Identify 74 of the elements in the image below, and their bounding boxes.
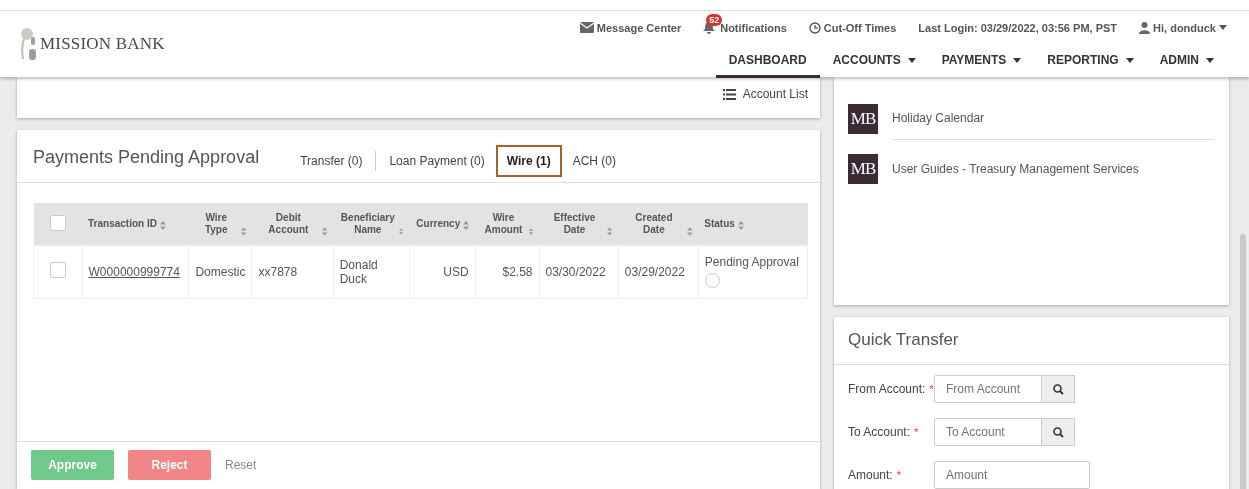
search-icon	[1052, 426, 1064, 438]
nav-tab[interactable]: ACCOUNTS	[819, 49, 929, 78]
caret-icon	[1125, 57, 1134, 63]
field-label: To Account:	[848, 425, 911, 439]
list-icon	[722, 88, 736, 100]
column-header[interactable]: Status	[704, 217, 802, 230]
input-field[interactable]: From Account	[934, 375, 1042, 403]
resource-link[interactable]: User Guides - Treasury Management Services	[892, 148, 1215, 190]
payment-tab[interactable]: Wire (1)	[495, 145, 562, 177]
column-header[interactable]: Wire Type	[194, 211, 246, 236]
resource-link[interactable]: Holiday Calendar	[892, 97, 1215, 140]
utility-link[interactable]: Message Center	[579, 13, 682, 34]
utility-link[interactable]: Cut-Off Times	[808, 13, 897, 34]
logo-icon	[18, 27, 38, 61]
payment-tab[interactable]: ACH (0)	[561, 145, 628, 177]
table-cell: xx7878	[251, 245, 334, 298]
row-checkbox[interactable]	[49, 262, 66, 278]
column-header[interactable]: Effective Date	[545, 211, 613, 236]
input-field[interactable]: To Account	[934, 418, 1042, 446]
mail-icon	[579, 22, 594, 33]
card-title: Payments Pending Approval	[33, 146, 260, 168]
user-icon	[1139, 21, 1151, 34]
sort-icon	[528, 226, 533, 236]
mb-logo-icon: MB	[848, 103, 878, 134]
sort-icon	[159, 220, 166, 230]
clock-icon	[808, 21, 821, 34]
bank-logo[interactable]: MISSION BANK	[40, 34, 165, 54]
table-cell: Donald Duck	[333, 245, 410, 298]
sort-icon	[240, 226, 246, 236]
column-header[interactable]: Transaction ID	[88, 217, 183, 230]
caret-icon	[1206, 57, 1214, 63]
sort-icon	[686, 226, 693, 236]
table-cell: USD	[409, 245, 476, 298]
utility-link[interactable]: Hi, donduck	[1139, 13, 1227, 34]
mb-logo-icon: MB	[848, 154, 878, 184]
action-button[interactable]: Reset	[225, 458, 257, 472]
sort-icon	[606, 226, 613, 236]
caret-icon	[907, 57, 916, 63]
caret-icon	[1013, 57, 1022, 63]
payment-tab[interactable]: Transfer (0)	[289, 145, 374, 177]
select-all-checkbox[interactable]	[49, 214, 66, 231]
column-header[interactable]: Beneficiary Name	[339, 211, 404, 236]
search-icon	[1052, 383, 1064, 395]
column-header[interactable]: Created Date	[624, 211, 693, 236]
column-header[interactable]: Wire Amount	[481, 211, 533, 236]
transaction-link[interactable]: W000000999774	[88, 264, 180, 279]
status-text: Pending Approval	[704, 254, 800, 269]
field-label: Amount:	[848, 468, 893, 482]
column-header[interactable]: Debit Account	[257, 211, 328, 236]
input-field[interactable]: Amount	[934, 461, 1090, 489]
payment-tab[interactable]: Loan Payment (0)	[378, 145, 496, 177]
table-cell: $2.58	[475, 245, 539, 298]
required-mark: *	[896, 469, 901, 481]
required-mark: *	[929, 383, 934, 395]
sort-icon	[737, 220, 744, 230]
scrollbar-thumb[interactable]	[1240, 234, 1246, 489]
nav-tab[interactable]: REPORTING	[1034, 49, 1147, 78]
search-button[interactable]	[1042, 418, 1075, 446]
caret-icon	[1219, 25, 1227, 30]
account-list-link[interactable]: Account List	[722, 87, 808, 101]
table-cell: 03/29/2022	[618, 245, 699, 298]
last-login-text: Last Login: 03/29/2022, 03:56 PM, PST	[918, 20, 1118, 34]
search-button[interactable]	[1042, 375, 1075, 403]
column-header[interactable]: Currency	[415, 217, 470, 230]
sort-icon	[463, 220, 470, 230]
sort-icon	[399, 226, 404, 236]
card-title: Quick Transfer	[834, 317, 1229, 365]
nav-tab[interactable]: ADMIN	[1146, 49, 1227, 78]
required-mark: *	[914, 426, 919, 438]
table-cell: 03/30/2022	[539, 245, 619, 298]
sort-icon	[321, 226, 328, 236]
table-cell: Domestic	[188, 245, 252, 298]
nav-tab[interactable]: PAYMENTS	[928, 49, 1035, 78]
field-label: From Account:	[848, 382, 926, 396]
